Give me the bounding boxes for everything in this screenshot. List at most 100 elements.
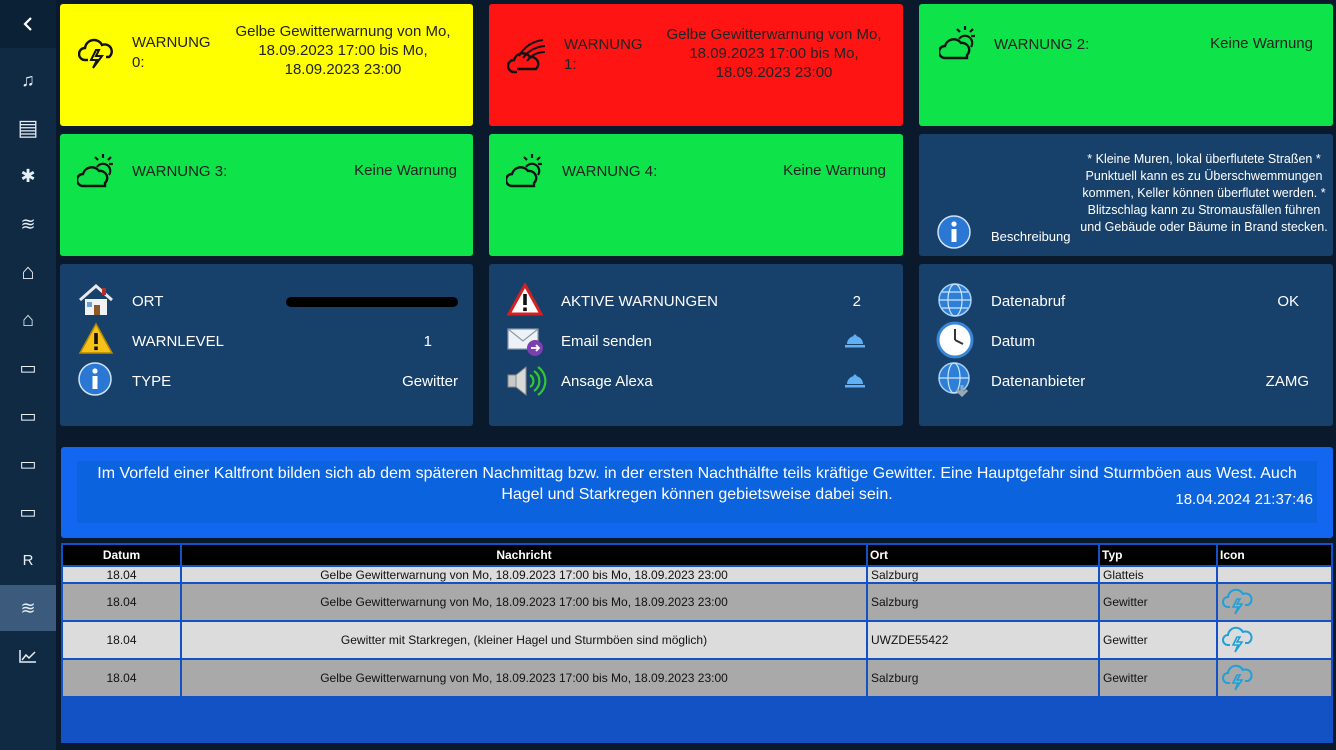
cell-typ: Gewitter [1098, 620, 1218, 660]
weather-active-icon: ≋ [20, 597, 36, 618]
sidebar-item-device-1[interactable]: ▭ [0, 345, 56, 391]
warning-2-text: Keine Warnung [1210, 35, 1313, 52]
thunder-cloud-icon [1222, 626, 1253, 652]
description-text: * Kleine Muren, lokal überflutete Straße… [1080, 152, 1328, 234]
bell-icon [845, 374, 865, 388]
description-label: Beschreibung [991, 229, 1071, 244]
cell-typ: Glatteis [1098, 565, 1218, 584]
email-send-button[interactable] [844, 334, 866, 348]
device-icon: ▭ [19, 405, 37, 426]
globe-download-icon [938, 362, 970, 398]
chevron-left-icon [23, 17, 32, 31]
forecast-timestamp: 18.04.2024 21:37:46 [1175, 491, 1313, 508]
sun-cloud-icon [77, 154, 113, 188]
cell-icon [1216, 658, 1333, 698]
table-row[interactable]: 18.04 Gelbe Gewitterwarnung von Mo, 18.0… [61, 658, 1333, 698]
info-icon [937, 215, 971, 249]
data-fetch-label: Datenabruf [991, 293, 1066, 310]
sidebar-item-keyboard[interactable]: ▭ [0, 441, 56, 487]
actions-tile: AKTIVE WARNUNGEN 2 Email senden Ansage A… [489, 264, 903, 426]
sidebar: ♫ ▤ ✱ ≋ ⌂ ⌂ ▭ ▭ ▭ ▭ R ≋ [0, 0, 56, 750]
chart-icon [19, 650, 36, 663]
back-button[interactable] [0, 0, 56, 48]
warning-tile-1: WARNUNG 1: Gelbe Gewitterwarnung von Mo,… [489, 4, 903, 126]
cell-datum: 18.04 [61, 565, 182, 584]
warning-2-label: WARNUNG 2: [994, 36, 1090, 53]
thunder-cloud-icon [1222, 588, 1253, 614]
cell-datum: 18.04 [61, 620, 182, 660]
speaker-icon [507, 365, 547, 397]
table-row[interactable]: 18.04 Gelbe Gewitterwarnung von Mo, 18.0… [61, 582, 1333, 622]
warning-3-label: WARNUNG 3: [132, 163, 228, 180]
warnings-table-panel: Datum Nachricht Ort Typ Icon 18.04 Gelbe… [61, 543, 1333, 743]
warning-tile-4: WARNUNG 4: Keine Warnung [489, 134, 903, 256]
ort-label: ORT [132, 293, 164, 310]
network-icon: ✱ [20, 165, 36, 186]
sidebar-item-music[interactable]: ♫ [0, 57, 56, 103]
sidebar-item-device-3[interactable]: ▭ [0, 489, 56, 535]
warning-4-label: WARNUNG 4: [562, 163, 658, 180]
sidebar-item-r[interactable]: R [0, 537, 56, 583]
header-typ[interactable]: Typ [1098, 543, 1218, 567]
type-label: TYPE [132, 373, 172, 390]
home-outline-icon: ⌂ [21, 308, 35, 331]
sun-cloud-icon [939, 26, 975, 60]
alexa-announce-label: Ansage Alexa [561, 373, 653, 390]
warning-tile-2: WARNUNG 2: Keine Warnung [919, 4, 1333, 126]
info-icon [78, 362, 112, 396]
cell-datum: 18.04 [61, 582, 182, 622]
header-nachricht[interactable]: Nachricht [180, 543, 868, 567]
warning-tile-3: WARNUNG 3: Keine Warnung [60, 134, 473, 256]
weather-icon: ≋ [20, 213, 36, 234]
cell-icon [1216, 620, 1333, 660]
globe-icon [938, 283, 972, 317]
data-provider-label: Datenanbieter [991, 373, 1086, 390]
sidebar-item-device-2[interactable]: ▭ [0, 393, 56, 439]
sidebar-item-window[interactable]: ▤ [0, 105, 56, 151]
table-row[interactable]: 18.04 Gewitter mit Starkregen, (kleiner … [61, 620, 1333, 660]
date-label: Datum [991, 333, 1036, 350]
header-icon[interactable]: Icon [1216, 543, 1333, 567]
sidebar-item-chart[interactable] [0, 633, 56, 679]
warning-1-text: Gelbe Gewitterwarnung von Mo, 18.09.2023… [666, 26, 882, 81]
warnlevel-label: WARNLEVEL [132, 333, 224, 350]
cell-ort: Salzburg [866, 565, 1100, 584]
warning-0-text: Gelbe Gewitterwarnung von Mo, 18.09.2023… [235, 23, 451, 78]
cell-ort: UWZDE55422 [866, 620, 1100, 660]
sidebar-item-house[interactable]: ⌂ [0, 249, 56, 295]
sidebar-item-home[interactable]: ⌂ [0, 297, 56, 343]
table-row[interactable]: 18.04 Gelbe Gewitterwarnung von Mo, 18.0… [61, 565, 1333, 584]
data-status-tile: Datenabruf OK Datum Datenanbieter ZAMG [919, 264, 1333, 426]
header-ort[interactable]: Ort [866, 543, 1100, 567]
sidebar-item-weather-active[interactable]: ≋ [0, 585, 56, 631]
location-info-tile: ORT WARNLEVEL 1 TYPE Gewitter [60, 264, 473, 426]
warnlevel-value: 1 [423, 333, 432, 350]
warning-3-text: Keine Warnung [354, 162, 457, 179]
cell-typ: Gewitter [1098, 582, 1218, 622]
thunder-cloud-icon [1222, 664, 1253, 690]
warning-triangle-icon [78, 322, 114, 354]
alert-triangle-icon [507, 283, 543, 316]
data-provider-value: ZAMG [1265, 373, 1309, 390]
forecast-banner: Im Vorfeld einer Kaltfront bilden sich a… [61, 447, 1333, 538]
cell-nachricht: Gelbe Gewitterwarnung von Mo, 18.09.2023… [180, 565, 868, 584]
letter-r-icon: R [22, 551, 34, 569]
house-icon [79, 284, 113, 315]
alexa-announce-button[interactable] [844, 374, 866, 388]
sidebar-item-network[interactable]: ✱ [0, 153, 56, 199]
cell-ort: Salzburg [866, 658, 1100, 698]
active-warnings-label: AKTIVE WARNUNGEN [561, 293, 718, 310]
warning-4-text: Keine Warnung [783, 162, 886, 179]
cell-nachricht: Gewitter mit Starkregen, (kleiner Hagel … [180, 620, 868, 660]
warning-tile-0: WARNUNG 0: Gelbe Gewitterwarnung von Mo,… [60, 4, 473, 126]
cell-icon [1216, 565, 1333, 584]
header-datum[interactable]: Datum [61, 543, 182, 567]
email-send-label: Email senden [561, 333, 652, 350]
window-icon: ▤ [17, 115, 39, 140]
active-warnings-value: 2 [852, 293, 861, 310]
sidebar-item-weather[interactable]: ≋ [0, 201, 56, 247]
house-icon: ⌂ [21, 259, 35, 284]
wind-cloud-icon [507, 39, 546, 74]
type-value: Gewitter [402, 373, 458, 390]
device-icon: ▭ [19, 357, 37, 378]
